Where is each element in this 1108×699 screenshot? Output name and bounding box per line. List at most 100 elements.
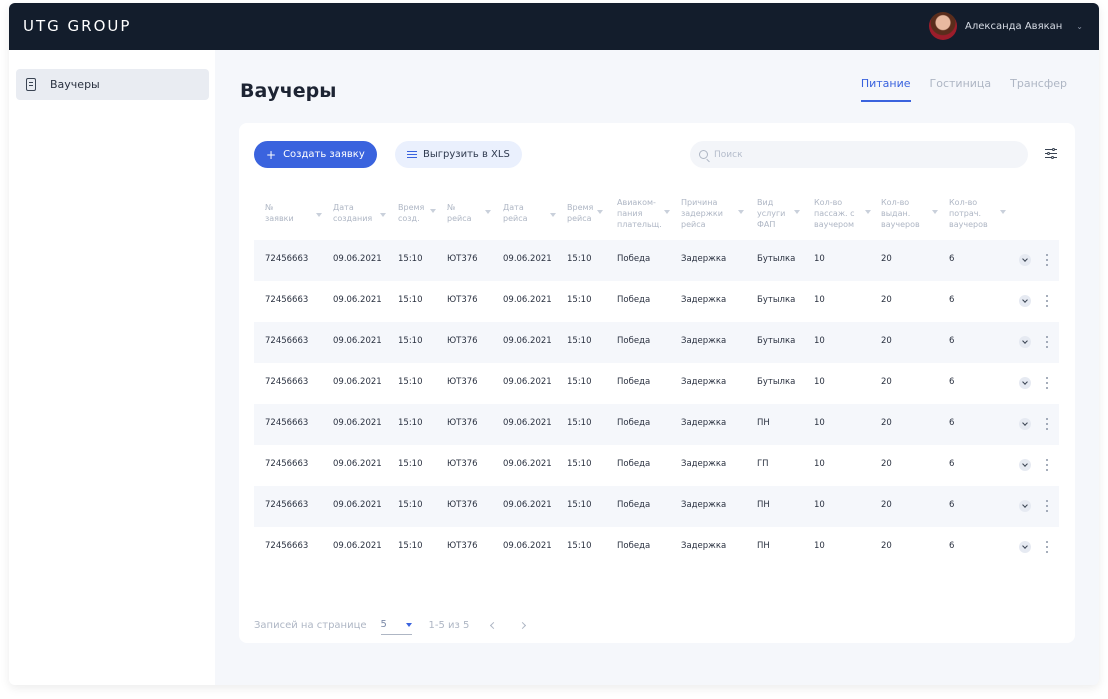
table-cell: 15:10 — [567, 418, 592, 428]
more-vertical-icon[interactable] — [1046, 459, 1048, 471]
expand-row-icon[interactable] — [1019, 254, 1031, 266]
sort-icon[interactable] — [1000, 210, 1006, 214]
table-cell: 09.06.2021 — [333, 295, 382, 305]
more-vertical-icon[interactable] — [1046, 254, 1048, 266]
tab-food[interactable]: Питание — [860, 77, 911, 102]
sort-icon[interactable] — [430, 209, 436, 213]
more-vertical-icon[interactable] — [1046, 377, 1048, 389]
table-row[interactable]: 72456663 09.06.2021 15:10 ЮТ376 09.06.2021 15… — [254, 240, 1059, 281]
sort-icon[interactable] — [380, 213, 386, 217]
expand-row-icon[interactable] — [1019, 295, 1031, 307]
table-cell: 72456663 — [265, 295, 309, 305]
search-box[interactable] — [690, 141, 1028, 168]
table-row[interactable]: 72456663 09.06.2021 15:10 ЮТ376 09.06.2021 15… — [254, 486, 1059, 527]
column-header[interactable]: Вид услуги ФАП — [757, 197, 785, 230]
expand-row-icon[interactable] — [1019, 459, 1031, 471]
filter-settings-icon[interactable] — [1045, 147, 1057, 159]
more-vertical-icon[interactable] — [1046, 418, 1048, 430]
table-row[interactable]: 72456663 09.06.2021 15:10 ЮТ376 09.06.2021 15… — [254, 363, 1059, 404]
prev-page-icon[interactable] — [490, 621, 498, 629]
column-header[interactable]: Авиаком-пания плательщ. — [617, 197, 662, 230]
table-cell: 10 — [814, 500, 825, 510]
expand-row-icon[interactable] — [1019, 541, 1031, 553]
table-cell: Победа — [617, 459, 651, 469]
expand-row-icon[interactable] — [1019, 336, 1031, 348]
table-cell: 15:10 — [567, 541, 592, 551]
table-cell: 09.06.2021 — [503, 254, 552, 264]
sidebar-item-vouchers[interactable]: Ваучеры — [16, 69, 209, 100]
column-header[interactable]: № заявки — [265, 202, 294, 224]
table-cell: 10 — [814, 295, 825, 305]
more-vertical-icon[interactable] — [1046, 541, 1048, 553]
column-header[interactable]: Кол-во потрач. ваучеров — [949, 197, 988, 230]
more-vertical-icon[interactable] — [1046, 500, 1048, 512]
pagination: Записей на странице 5 1-5 из 5 — [254, 617, 527, 635]
more-vertical-icon[interactable] — [1046, 336, 1048, 348]
tab-hotel[interactable]: Гостиница — [930, 77, 992, 102]
expand-row-icon[interactable] — [1019, 500, 1031, 512]
sort-icon[interactable] — [738, 210, 744, 214]
table-cell: ЮТ376 — [447, 459, 478, 469]
sort-icon[interactable] — [550, 213, 556, 217]
expand-row-icon[interactable] — [1019, 377, 1031, 389]
tab-transfer[interactable]: Трансфер — [1010, 77, 1067, 102]
table-cell: 09.06.2021 — [503, 377, 552, 387]
sort-icon[interactable] — [664, 210, 670, 214]
table-cell: Задержка — [681, 500, 727, 510]
table-cell: 20 — [881, 295, 892, 305]
table-cell: 6 — [949, 254, 955, 264]
table-cell: ЮТ376 — [447, 541, 478, 551]
column-header[interactable]: Время созд. — [398, 202, 424, 224]
page-size-label: Записей на странице — [254, 619, 367, 631]
sort-icon[interactable] — [865, 210, 871, 214]
column-header[interactable]: Кол-во пассаж. с ваучером — [814, 197, 855, 230]
table-cell: 09.06.2021 — [503, 459, 552, 469]
column-header[interactable]: Причина задержки рейса — [681, 197, 723, 230]
column-header[interactable]: Время рейса — [567, 202, 593, 224]
table-cell: Победа — [617, 377, 651, 387]
column-header[interactable]: Дата создания — [333, 202, 372, 224]
sidebar: Ваучеры — [9, 50, 215, 685]
table-row[interactable]: 72456663 09.06.2021 15:10 ЮТ376 09.06.2021 15… — [254, 281, 1059, 322]
column-header[interactable]: Дата рейса — [503, 202, 528, 224]
table-cell: 10 — [814, 459, 825, 469]
table-row[interactable]: 72456663 09.06.2021 15:10 ЮТ376 09.06.2021 15… — [254, 322, 1059, 363]
table-cell: Победа — [617, 418, 651, 428]
table-cell: ЮТ376 — [447, 295, 478, 305]
table-cell: 15:10 — [398, 336, 423, 346]
table-cell: ЮТ376 — [447, 377, 478, 387]
table-cell: Задержка — [681, 254, 727, 264]
table-cell: 72456663 — [265, 336, 309, 346]
top-bar: UTG GROUP Александа Авякан ⌄ — [9, 3, 1099, 50]
table-cell: Победа — [617, 254, 651, 264]
next-page-icon[interactable] — [519, 621, 527, 629]
sort-icon[interactable] — [485, 210, 491, 214]
create-request-button[interactable]: + Создать заявку — [254, 141, 377, 168]
search-icon — [699, 150, 708, 159]
table-row[interactable]: 72456663 09.06.2021 15:10 ЮТ376 09.06.2021 15… — [254, 527, 1059, 568]
expand-row-icon[interactable] — [1019, 418, 1031, 430]
page-size-select[interactable]: 5 — [380, 619, 412, 635]
search-input[interactable] — [714, 149, 1014, 160]
table-cell: 09.06.2021 — [333, 541, 382, 551]
sort-icon[interactable] — [316, 213, 322, 217]
sort-icon[interactable] — [932, 210, 938, 214]
column-header[interactable]: № рейса — [447, 202, 472, 224]
table-cell: 20 — [881, 336, 892, 346]
user-menu[interactable]: Александа Авякан ⌄ — [929, 11, 1083, 41]
table-row[interactable]: 72456663 09.06.2021 15:10 ЮТ376 09.06.2021 15… — [254, 404, 1059, 445]
table-cell: 6 — [949, 500, 955, 510]
export-xls-button[interactable]: Выгрузить в XLS — [395, 141, 522, 168]
sort-icon[interactable] — [794, 210, 800, 214]
table-cell: Задержка — [681, 418, 727, 428]
table-cell: ЮТ376 — [447, 254, 478, 264]
table-cell: 15:10 — [567, 377, 592, 387]
more-vertical-icon[interactable] — [1046, 295, 1048, 307]
table-cell: 15:10 — [398, 541, 423, 551]
sort-icon[interactable] — [597, 210, 603, 214]
table-cell: 20 — [881, 459, 892, 469]
table-cell: 15:10 — [398, 295, 423, 305]
table-cell: 72456663 — [265, 459, 309, 469]
column-header[interactable]: Кол-во выдан. ваучеров — [881, 197, 920, 230]
table-row[interactable]: 72456663 09.06.2021 15:10 ЮТ376 09.06.2021 15… — [254, 445, 1059, 486]
